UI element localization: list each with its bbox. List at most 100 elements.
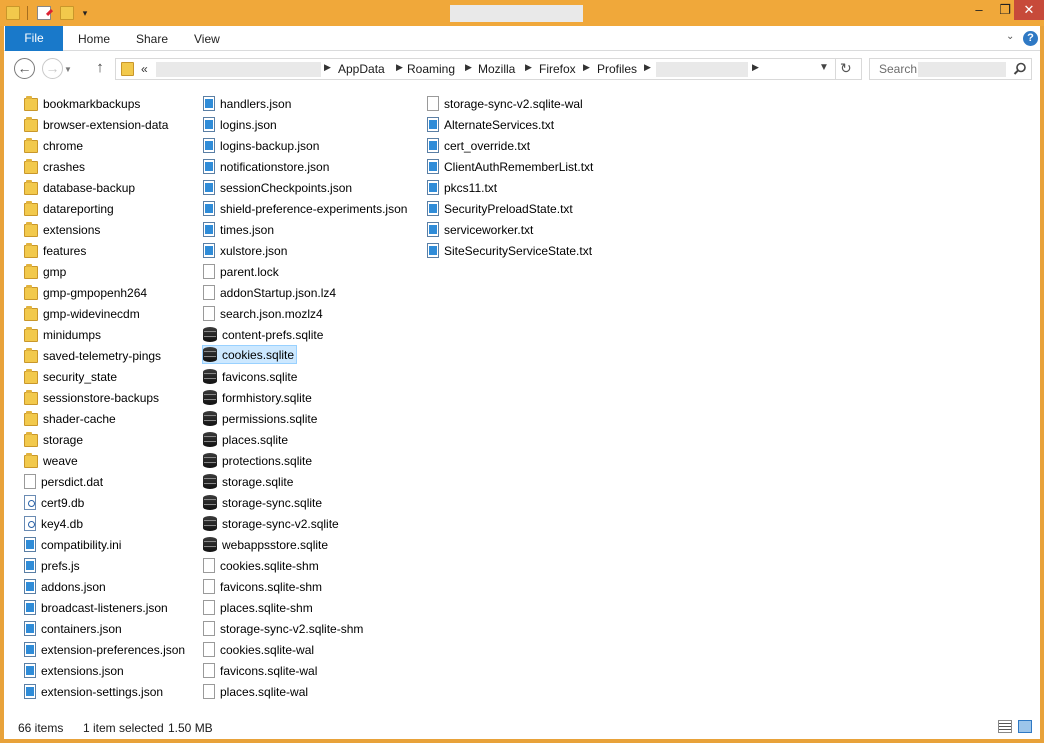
file-item[interactable]: minidumps — [24, 325, 103, 344]
tab-file[interactable]: File — [5, 26, 63, 51]
chevron-down-icon[interactable]: ⌄ — [1006, 31, 1018, 43]
file-item[interactable]: key4.db — [24, 514, 85, 533]
file-item[interactable]: webappsstore.sqlite — [203, 535, 330, 554]
file-item[interactable]: pkcs11.txt — [427, 178, 499, 197]
details-view-icon[interactable] — [998, 720, 1012, 733]
file-item[interactable]: containers.json — [24, 619, 124, 638]
minimize-button[interactable]: – — [966, 0, 992, 20]
file-item[interactable]: favicons.sqlite-wal — [203, 661, 319, 680]
file-item[interactable]: gmp — [24, 262, 68, 281]
file-item[interactable]: features — [24, 241, 88, 260]
file-item[interactable]: times.json — [203, 220, 276, 239]
file-item[interactable]: extensions.json — [24, 661, 126, 680]
search-input[interactable]: Search — [869, 58, 1032, 80]
file-item[interactable]: cert_override.txt — [427, 136, 532, 155]
file-item[interactable]: parent.lock — [203, 262, 281, 281]
back-button[interactable]: ← — [14, 58, 35, 79]
tab-share[interactable]: Share — [136, 26, 168, 51]
file-item[interactable]: addonStartup.json.lz4 — [203, 283, 338, 302]
file-item[interactable]: persdict.dat — [24, 472, 105, 491]
large-icons-view-icon[interactable] — [1018, 720, 1032, 733]
file-item[interactable]: serviceworker.txt — [427, 220, 535, 239]
file-item[interactable]: shield-preference-experiments.json — [203, 199, 409, 218]
forward-button[interactable]: → — [42, 58, 63, 79]
file-item[interactable]: handlers.json — [203, 94, 293, 113]
file-item[interactable]: ClientAuthRememberList.txt — [427, 157, 595, 176]
file-item[interactable]: bookmarkbackups — [24, 94, 142, 113]
file-item[interactable]: logins.json — [203, 115, 279, 134]
file-item[interactable]: chrome — [24, 136, 85, 155]
chevron-right-icon[interactable]: ▶ — [396, 62, 403, 73]
file-item[interactable]: cookies.sqlite — [202, 345, 298, 364]
file-item[interactable]: prefs.js — [24, 556, 82, 575]
file-item[interactable]: favicons.sqlite — [203, 367, 299, 386]
address-bar[interactable]: « ▶ AppData ▶ Roaming ▶ Mozilla ▶ Firefo… — [115, 58, 862, 80]
file-item[interactable]: storage-sync-v2.sqlite-wal — [427, 94, 585, 113]
close-button[interactable]: ✕ — [1014, 0, 1044, 20]
file-item[interactable]: storage-sync.sqlite — [203, 493, 324, 512]
tab-home[interactable]: Home — [78, 26, 110, 51]
search-icon[interactable] — [1013, 62, 1027, 76]
up-button[interactable]: ↑ — [92, 59, 108, 76]
file-item[interactable]: SiteSecurityServiceState.txt — [427, 241, 594, 260]
file-item[interactable]: cookies.sqlite-shm — [203, 556, 321, 575]
file-item[interactable]: cert9.db — [24, 493, 86, 512]
file-item[interactable]: formhistory.sqlite — [203, 388, 314, 407]
chevron-right-icon[interactable]: ▶ — [644, 62, 651, 73]
file-item[interactable]: extension-preferences.json — [24, 640, 187, 659]
help-icon[interactable]: ? — [1023, 31, 1038, 46]
file-item[interactable]: places.sqlite-shm — [203, 598, 315, 617]
recent-locations-icon[interactable]: ▼ — [64, 65, 72, 74]
file-item[interactable]: places.sqlite-wal — [203, 682, 310, 701]
file-item[interactable]: storage-sync-v2.sqlite-shm — [203, 619, 365, 638]
file-item[interactable]: places.sqlite — [203, 430, 290, 449]
file-item[interactable]: AlternateServices.txt — [427, 115, 556, 134]
file-item[interactable]: SecurityPreloadState.txt — [427, 199, 575, 218]
breadcrumb-overflow[interactable]: « — [141, 62, 148, 76]
file-item[interactable]: xulstore.json — [203, 241, 289, 260]
file-item[interactable]: logins-backup.json — [203, 136, 321, 155]
chevron-right-icon[interactable]: ▶ — [583, 62, 590, 73]
file-item[interactable]: cookies.sqlite-wal — [203, 640, 316, 659]
file-item[interactable]: sessionCheckpoints.json — [203, 178, 354, 197]
file-item[interactable]: protections.sqlite — [203, 451, 314, 470]
file-item[interactable]: storage — [24, 430, 85, 449]
file-item[interactable]: storage-sync-v2.sqlite — [203, 514, 341, 533]
breadcrumb-profiles[interactable]: Profiles — [597, 62, 637, 76]
breadcrumb-firefox[interactable]: Firefox — [539, 62, 576, 76]
file-item[interactable]: gmp-widevinecdm — [24, 304, 142, 323]
properties-icon[interactable] — [37, 6, 51, 20]
file-item[interactable]: storage.sqlite — [203, 472, 295, 491]
breadcrumb-roaming[interactable]: Roaming — [407, 62, 455, 76]
file-item[interactable]: crashes — [24, 157, 87, 176]
chevron-right-icon[interactable]: ▶ — [752, 62, 759, 73]
customize-toolbar-icon[interactable]: ▾ — [80, 8, 90, 18]
file-item[interactable]: extensions — [24, 220, 102, 239]
file-item[interactable]: addons.json — [24, 577, 108, 596]
file-item[interactable]: database-backup — [24, 178, 137, 197]
breadcrumb-mozilla[interactable]: Mozilla — [478, 62, 515, 76]
file-item[interactable]: permissions.sqlite — [203, 409, 319, 428]
file-item[interactable]: security_state — [24, 367, 119, 386]
file-item[interactable]: browser-extension-data — [24, 115, 170, 134]
file-item[interactable]: weave — [24, 451, 80, 470]
file-item[interactable]: search.json.mozlz4 — [203, 304, 325, 323]
chevron-right-icon[interactable]: ▶ — [525, 62, 532, 73]
chevron-right-icon[interactable]: ▶ — [465, 62, 472, 73]
file-item[interactable]: saved-telemetry-pings — [24, 346, 163, 365]
file-item[interactable]: shader-cache — [24, 409, 118, 428]
chevron-right-icon[interactable]: ▶ — [324, 62, 331, 73]
tab-view[interactable]: View — [194, 26, 220, 51]
file-item[interactable]: extension-settings.json — [24, 682, 165, 701]
refresh-icon[interactable]: ↻ — [840, 60, 852, 77]
file-item[interactable]: compatibility.ini — [24, 535, 123, 554]
file-item[interactable]: content-prefs.sqlite — [203, 325, 325, 344]
file-item[interactable]: favicons.sqlite-shm — [203, 577, 324, 596]
file-item[interactable]: sessionstore-backups — [24, 388, 161, 407]
file-item[interactable]: datareporting — [24, 199, 116, 218]
file-item[interactable]: broadcast-listeners.json — [24, 598, 170, 617]
new-folder-icon[interactable] — [60, 6, 74, 20]
file-item[interactable]: notificationstore.json — [203, 157, 331, 176]
breadcrumb-appdata[interactable]: AppData — [338, 62, 385, 76]
address-history-icon[interactable]: ▼ — [819, 62, 829, 73]
